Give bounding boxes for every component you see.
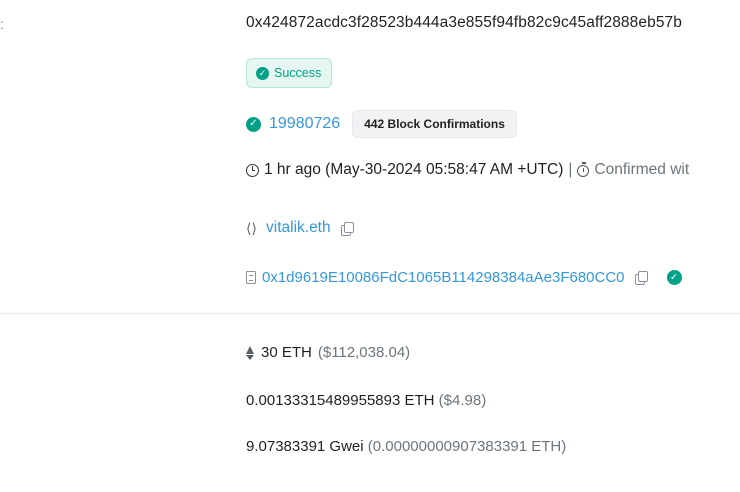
stopwatch-icon bbox=[577, 162, 590, 177]
document-icon bbox=[246, 271, 256, 284]
fee-usd: ($4.98) bbox=[438, 392, 487, 409]
clock-icon bbox=[246, 163, 259, 177]
ens-icon: ⟨⟩ bbox=[246, 220, 257, 236]
gas-price-eth: (0.00000000907383391 ETH) bbox=[367, 438, 567, 455]
copy-icon[interactable] bbox=[634, 271, 648, 285]
confirmations-badge: 442 Block Confirmations bbox=[352, 110, 517, 138]
to-contract-link[interactable]: 0x1d9619E10086FdC1065B114298384aAe3F680C… bbox=[262, 269, 625, 286]
to-row: 0x1d9619E10086FdC1065B114298384aAe3F680C… bbox=[246, 269, 682, 286]
value-eth: 30 ETH bbox=[261, 344, 312, 361]
check-circle-icon: ✓ bbox=[666, 270, 682, 285]
check-circle-icon: ✓ bbox=[256, 66, 269, 80]
copy-icon[interactable] bbox=[340, 221, 354, 236]
block-row: ✓ 19980726 442 Block Confirmations bbox=[246, 110, 517, 138]
fee-eth: 0.00133315489955893 ETH bbox=[246, 392, 435, 409]
value-row: 30 ETH ($112,038.04) bbox=[246, 344, 410, 361]
value-usd: ($112,038.04) bbox=[317, 344, 411, 361]
gas-price-row: 9.07383391 Gwei (0.00000000907383391 ETH… bbox=[246, 438, 566, 455]
timestamp-row: 1 hr ago (May-30-2024 05:58:47 AM +UTC) … bbox=[246, 161, 689, 179]
status-label: Success bbox=[274, 66, 322, 80]
tx-hash[interactable]: 0x424872acdc3f28523b444a3e855f94fb82c9c4… bbox=[246, 14, 682, 32]
from-row: ⟨⟩ vitalik.eth bbox=[246, 219, 354, 237]
fee-row: 0.00133315489955893 ETH ($4.98) bbox=[246, 392, 486, 409]
divider bbox=[0, 313, 740, 314]
gas-price-gwei: 9.07383391 Gwei bbox=[246, 438, 364, 455]
separator: | bbox=[568, 161, 573, 178]
label-colon: : bbox=[0, 16, 4, 32]
block-number-link[interactable]: 19980726 bbox=[269, 115, 340, 133]
ethereum-icon bbox=[246, 345, 255, 360]
timestamp-text: 1 hr ago (May-30-2024 05:58:47 AM +UTC) bbox=[264, 161, 564, 178]
from-ens-link[interactable]: vitalik.eth bbox=[266, 219, 331, 237]
confirmed-text: Confirmed wit bbox=[594, 161, 690, 178]
status-badge: ✓ Success bbox=[246, 58, 333, 88]
check-circle-icon: ✓ bbox=[246, 116, 261, 132]
